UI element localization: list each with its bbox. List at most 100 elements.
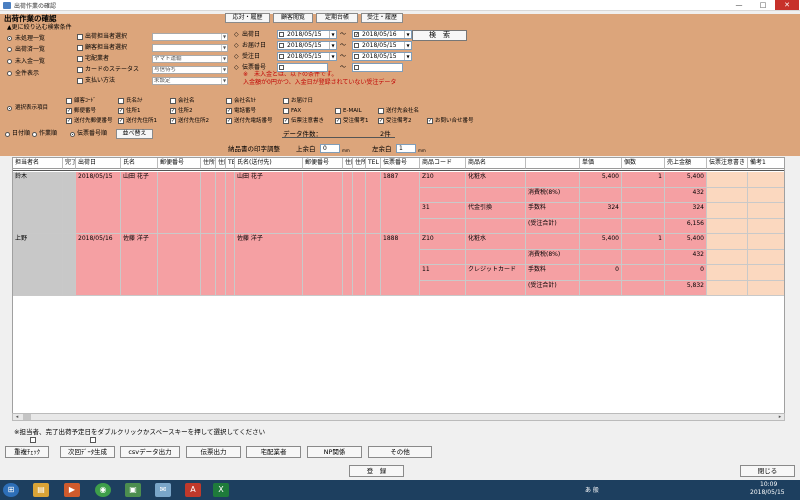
- display-item-checkbox-14[interactable]: ✓: [170, 118, 176, 124]
- display-item-checkbox-16[interactable]: ✓: [283, 118, 289, 124]
- maximize-button[interactable]: □: [751, 0, 775, 10]
- register-button[interactable]: 登 録: [349, 465, 404, 477]
- display-item-checkbox-2[interactable]: [170, 98, 176, 104]
- date-from-3[interactable]: [277, 63, 328, 72]
- chrome-icon[interactable]: ◉: [95, 483, 111, 497]
- date-checkbox[interactable]: [279, 32, 284, 37]
- filter-select-1[interactable]: ▼: [152, 44, 228, 52]
- column-header-11[interactable]: 住所: [353, 158, 366, 169]
- column-header-4[interactable]: 郵便番号: [158, 158, 201, 169]
- filter-checkbox-3[interactable]: [77, 67, 83, 73]
- delivery-company-button[interactable]: 宅配業者: [246, 446, 301, 458]
- np-related-button[interactable]: NP関係: [307, 446, 362, 458]
- column-header-13[interactable]: 伝票番号: [381, 158, 420, 169]
- display-item-checkbox-18[interactable]: ✓: [378, 118, 384, 124]
- display-item-checkbox-3[interactable]: [226, 98, 232, 104]
- footnote-checkbox-2[interactable]: [90, 437, 96, 443]
- date-to-1[interactable]: 2018/05/15 ▼: [352, 41, 412, 50]
- list-radio-0[interactable]: [7, 36, 12, 41]
- csv-export-button[interactable]: csvデータ出力: [120, 446, 180, 458]
- display-items-radio[interactable]: [7, 106, 12, 111]
- sort-date-radio[interactable]: [5, 132, 10, 137]
- display-item-checkbox-8[interactable]: ✓: [226, 108, 232, 114]
- date-checkbox[interactable]: [354, 43, 359, 48]
- subscription-ledger-button[interactable]: 定期台帳: [316, 13, 358, 23]
- display-item-checkbox-17[interactable]: ✓: [335, 118, 341, 124]
- media-player-icon[interactable]: ▶: [64, 483, 80, 497]
- filter-checkbox-2[interactable]: [77, 56, 83, 62]
- left-margin-input[interactable]: 1: [396, 144, 416, 153]
- date-checkbox[interactable]: [354, 54, 359, 59]
- list-radio-1[interactable]: [7, 47, 12, 52]
- scroll-right-arrow-icon[interactable]: ▸: [777, 414, 783, 420]
- order-history-button[interactable]: 受注・履歴: [361, 13, 403, 23]
- column-header-5[interactable]: 住所: [201, 158, 216, 169]
- display-item-checkbox-11[interactable]: [378, 108, 384, 114]
- column-header-15[interactable]: 商品名: [466, 158, 526, 169]
- done-cell[interactable]: [63, 172, 76, 234]
- sort-button[interactable]: 並べ替え: [116, 129, 153, 139]
- mail-icon[interactable]: ✉: [155, 483, 171, 497]
- sort-slip-radio[interactable]: [70, 132, 75, 137]
- date-from-1[interactable]: 2018/05/15 ▼: [277, 41, 337, 50]
- staff-cell[interactable]: 鈴木: [13, 172, 63, 234]
- date-checkbox[interactable]: ✓: [354, 32, 359, 38]
- column-header-2[interactable]: 出荷日: [76, 158, 121, 169]
- search-button[interactable]: 検 索: [412, 30, 467, 41]
- display-item-checkbox-4[interactable]: [283, 98, 289, 104]
- display-item-checkbox-12[interactable]: ✓: [66, 118, 72, 124]
- display-item-checkbox-1[interactable]: [118, 98, 124, 104]
- other-button[interactable]: その他: [368, 446, 432, 458]
- column-header-7[interactable]: TE: [226, 158, 235, 169]
- history-response-button[interactable]: 応対・履歴: [225, 13, 270, 23]
- list-radio-2[interactable]: [7, 59, 12, 64]
- access-icon[interactable]: A: [185, 483, 201, 497]
- column-header-0[interactable]: 担当者名: [13, 158, 63, 169]
- date-to-2[interactable]: 2018/05/15 ▼: [352, 52, 412, 61]
- staff-cell[interactable]: 上野: [13, 234, 63, 296]
- duplicate-check-button[interactable]: 重複ﾁｪｯｸ: [5, 446, 49, 458]
- close-window-button[interactable]: ✕: [775, 0, 799, 10]
- date-checkbox[interactable]: [354, 65, 359, 70]
- display-item-checkbox-10[interactable]: [335, 108, 341, 114]
- done-cell[interactable]: [63, 234, 76, 296]
- filter-checkbox-1[interactable]: [77, 45, 83, 51]
- filter-checkbox-4[interactable]: [77, 78, 83, 84]
- date-to-0[interactable]: 2018/05/16 ✓ ▼: [352, 30, 412, 39]
- picture-icon[interactable]: ▣: [125, 483, 141, 497]
- start-icon[interactable]: ⊞: [3, 483, 19, 497]
- column-header-20[interactable]: 伝票注意書き: [707, 158, 748, 169]
- list-radio-3[interactable]: [7, 71, 12, 76]
- column-header-14[interactable]: 商品コード: [420, 158, 466, 169]
- close-button[interactable]: 閉じる: [740, 465, 795, 477]
- display-item-checkbox-15[interactable]: ✓: [226, 118, 232, 124]
- minimize-button[interactable]: —: [727, 0, 751, 10]
- sort-work-radio[interactable]: [32, 132, 37, 137]
- display-item-checkbox-7[interactable]: ✓: [170, 108, 176, 114]
- column-header-10[interactable]: 住所: [343, 158, 353, 169]
- display-item-checkbox-19[interactable]: ✓: [427, 118, 433, 124]
- filter-select-4[interactable]: 未設定 ▼: [152, 77, 228, 85]
- top-margin-input[interactable]: 0: [320, 144, 340, 153]
- date-to-3[interactable]: [352, 63, 403, 72]
- date-from-2[interactable]: 2018/05/15 ▼: [277, 52, 337, 61]
- display-item-checkbox-6[interactable]: ✓: [118, 108, 124, 114]
- display-item-checkbox-9[interactable]: [283, 108, 289, 114]
- next-data-generate-button[interactable]: 次回ﾃﾞｰﾀ生成: [60, 446, 115, 458]
- display-item-checkbox-0[interactable]: [66, 98, 72, 104]
- column-header-21[interactable]: 備考1: [748, 158, 784, 169]
- filter-checkbox-0[interactable]: [77, 34, 83, 40]
- column-header-3[interactable]: 氏名: [121, 158, 158, 169]
- excel-icon[interactable]: X: [213, 483, 229, 497]
- date-checkbox[interactable]: [279, 54, 284, 59]
- column-header-6[interactable]: 住所: [216, 158, 226, 169]
- date-checkbox[interactable]: [279, 65, 284, 70]
- date-from-0[interactable]: 2018/05/15 ▼: [277, 30, 337, 39]
- scroll-left-arrow-icon[interactable]: ◂: [14, 414, 20, 420]
- filter-select-0[interactable]: ▼: [152, 33, 228, 41]
- column-header-19[interactable]: 売上金額: [665, 158, 707, 169]
- filter-select-2[interactable]: ヤマト運輸 ▼: [152, 55, 228, 63]
- ime-indicator[interactable]: あ 般: [585, 487, 599, 495]
- column-header-17[interactable]: 単価: [580, 158, 622, 169]
- customer-view-button[interactable]: 顧客閲覧: [273, 13, 313, 23]
